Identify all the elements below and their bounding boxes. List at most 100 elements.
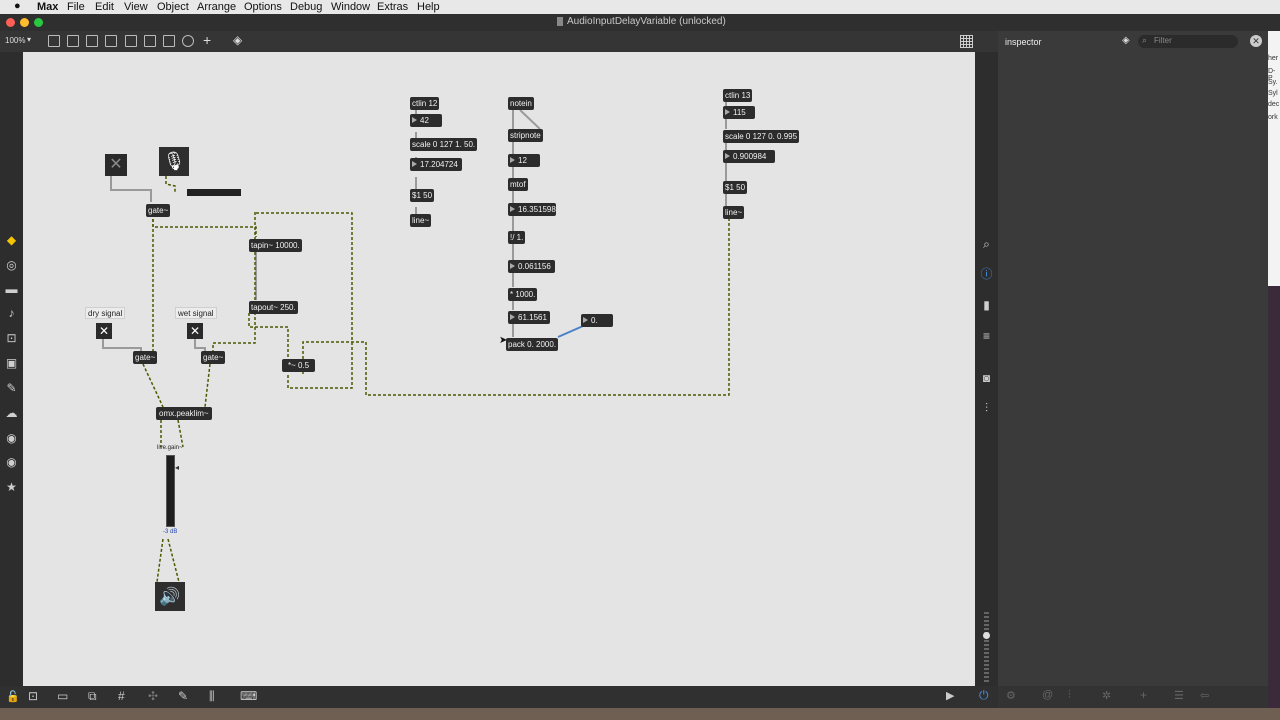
- line-tilde-1[interactable]: line~: [410, 214, 432, 227]
- grid-toggle-icon[interactable]: #: [118, 689, 125, 703]
- back-icon[interactable]: ⇦: [1200, 689, 1209, 702]
- info-icon[interactable]: ⓘ: [980, 268, 993, 281]
- zoom-chevron-icon[interactable]: ▾: [27, 35, 31, 44]
- number-0061156[interactable]: 0.061156: [508, 260, 555, 273]
- message-2-50[interactable]: $1 50: [723, 181, 748, 194]
- filter-input[interactable]: ⌕ Filter: [1138, 35, 1238, 48]
- patcher-canvas[interactable]: ✕ 🎙 gate~ tapin~ 10000. tapout~ 250. *~ …: [23, 52, 975, 686]
- new-view-icon[interactable]: ⧉: [88, 689, 97, 704]
- mtof[interactable]: mtof: [508, 178, 528, 191]
- close-window-button[interactable]: [6, 18, 15, 27]
- dac-speaker-icon[interactable]: 🔊: [155, 582, 185, 611]
- volume-slider[interactable]: [984, 612, 989, 682]
- paint-bucket-icon[interactable]: ◈: [233, 33, 242, 47]
- menu-options[interactable]: Options: [244, 1, 282, 13]
- new-toggle-icon[interactable]: [105, 35, 117, 47]
- diamond-icon[interactable]: ◈: [1122, 35, 1130, 46]
- scale-0-0995[interactable]: scale 0 127 0. 0.995: [723, 130, 800, 143]
- layout-icon[interactable]: ▬: [5, 283, 18, 296]
- menu-view[interactable]: View: [124, 1, 148, 13]
- scale-1-50[interactable]: scale 0 127 1. 50.: [410, 138, 478, 151]
- number-611561[interactable]: 61.1561: [508, 311, 550, 324]
- number-42[interactable]: 42: [410, 114, 442, 127]
- menu-debug[interactable]: Debug: [290, 1, 322, 13]
- number-16351598[interactable]: 16.351598: [508, 203, 556, 216]
- menu-edit[interactable]: Edit: [95, 1, 114, 13]
- settings-icon[interactable]: ⚙: [1006, 689, 1016, 702]
- tag-icon[interactable]: ✎: [5, 382, 18, 395]
- target-icon[interactable]: ◎: [5, 259, 18, 272]
- menu-max[interactable]: Max: [37, 1, 58, 13]
- pack-object[interactable]: pack 0. 2000.: [506, 338, 559, 351]
- number-12[interactable]: 12: [508, 154, 540, 167]
- message-1-50[interactable]: $1 50: [410, 189, 435, 202]
- gate-top[interactable]: gate~: [146, 204, 171, 217]
- minimize-window-button[interactable]: [20, 18, 29, 27]
- columns-icon[interactable]: ⫼: [209, 689, 215, 704]
- menu-arrange[interactable]: Arrange: [197, 1, 236, 13]
- multiply-1000[interactable]: * 1000.: [508, 288, 538, 301]
- wrench-icon[interactable]: ✎: [178, 689, 188, 703]
- connect-icon[interactable]: ✲: [1102, 689, 1111, 702]
- presentation-icon[interactable]: ⊡: [5, 332, 18, 345]
- new-slider-icon[interactable]: [144, 35, 156, 47]
- keyboard-icon[interactable]: ⌨: [240, 689, 257, 703]
- lock-icon[interactable]: 🔓: [6, 690, 20, 703]
- new-number-icon[interactable]: [125, 35, 137, 47]
- tapin-object[interactable]: tapin~ 10000.: [249, 239, 302, 252]
- wet-toggle[interactable]: ✕: [187, 323, 203, 339]
- line-tilde-2[interactable]: line~: [723, 206, 745, 219]
- cloud-icon[interactable]: ☁: [5, 407, 18, 420]
- ctlin-13[interactable]: ctlin 13: [723, 89, 753, 102]
- flow-icon[interactable]: ◉: [5, 456, 18, 469]
- search-icon[interactable]: ⌕: [980, 238, 993, 251]
- package-icon[interactable]: ◆: [5, 234, 18, 247]
- audio-on-toggle[interactable]: ✕: [105, 154, 127, 176]
- clear-filter-icon[interactable]: ✕: [1250, 35, 1262, 47]
- number-0900984[interactable]: 0.900984: [723, 150, 775, 163]
- apple-icon[interactable]: ●: [14, 0, 21, 12]
- ctlin-12[interactable]: ctlin 12: [410, 97, 440, 110]
- reverse-divide[interactable]: !/ 1.: [508, 231, 526, 244]
- gate-dry[interactable]: gate~: [133, 351, 158, 364]
- mult-05-object[interactable]: *~ 0.5: [282, 359, 316, 372]
- zoom-level[interactable]: 100%: [5, 36, 25, 45]
- image-icon[interactable]: ▣: [5, 357, 18, 370]
- list-icon[interactable]: ≡: [980, 330, 993, 343]
- plus-icon[interactable]: +: [1140, 688, 1147, 702]
- menu-lines-icon[interactable]: ☰: [1174, 689, 1184, 702]
- reference-icon[interactable]: ▮: [980, 299, 993, 312]
- volume-knob[interactable]: [983, 632, 990, 639]
- power-icon[interactable]: ⏻: [979, 688, 989, 703]
- gate-wet[interactable]: gate~: [201, 351, 226, 364]
- live-gain-slider[interactable]: [166, 455, 175, 527]
- snap-icon[interactable]: ✣: [148, 689, 158, 703]
- add-icon[interactable]: +: [203, 32, 211, 48]
- new-comment-icon[interactable]: [163, 35, 175, 47]
- new-object-icon[interactable]: [48, 35, 60, 47]
- tapout-object[interactable]: tapout~ 250.: [249, 301, 298, 314]
- number-115[interactable]: 115: [723, 106, 755, 119]
- menu-help[interactable]: Help: [417, 1, 440, 13]
- new-message-icon[interactable]: [67, 35, 79, 47]
- sliders-icon[interactable]: ⫶: [1068, 689, 1071, 702]
- at-icon[interactable]: @: [1042, 689, 1053, 701]
- new-button-icon[interactable]: [86, 35, 98, 47]
- menu-window[interactable]: Window: [331, 1, 370, 13]
- peaklim-object[interactable]: omx.peaklim~: [156, 407, 212, 420]
- comment-icon[interactable]: ▭: [57, 689, 68, 703]
- play-icon[interactable]: ▶: [946, 689, 954, 702]
- stripnote[interactable]: stripnote: [508, 129, 543, 142]
- grid-icon[interactable]: [960, 35, 973, 48]
- music-note-icon[interactable]: ♪: [5, 307, 18, 320]
- ableton-icon[interactable]: ◉: [5, 432, 18, 445]
- snapshot-icon[interactable]: ◙: [980, 372, 993, 385]
- mixer-icon[interactable]: ⫶: [980, 402, 993, 415]
- presentation-mode-icon[interactable]: ⊡: [28, 689, 38, 703]
- zoom-window-button[interactable]: [34, 18, 43, 27]
- number-17204724[interactable]: 17.204724: [410, 158, 462, 171]
- star-icon[interactable]: ★: [5, 481, 18, 494]
- menu-file[interactable]: File: [67, 1, 85, 13]
- menu-object[interactable]: Object: [157, 1, 189, 13]
- menu-extras[interactable]: Extras: [377, 1, 408, 13]
